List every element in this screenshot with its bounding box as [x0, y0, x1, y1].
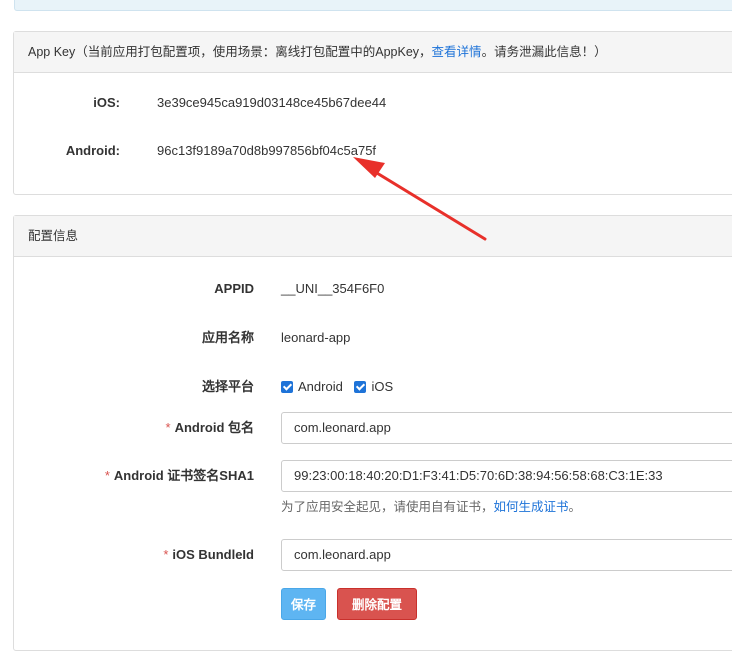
config-panel-heading: 配置信息 — [14, 216, 732, 257]
view-details-link[interactable]: 查看详情 — [432, 45, 482, 59]
appid-value: __UNI__354F6F0 — [281, 281, 385, 296]
platform-android-checkbox[interactable]: Android — [281, 379, 343, 394]
android-key-label: Android: — [65, 143, 120, 158]
ios-key-value: 3e39ce945ca919d03148ce45b67dee44 — [157, 95, 387, 110]
appkey-heading-text: App Key（当前应用打包配置项，使用场景：离线打包配置中的AppKey， — [28, 45, 432, 59]
appkey-panel: App Key（当前应用打包配置项，使用场景：离线打包配置中的AppKey，查看… — [13, 31, 732, 195]
help-suffix: 。 — [568, 500, 582, 514]
checkbox-checked-icon — [354, 381, 367, 393]
android-sha1-label: * Android 证书签名SHA1 — [14, 460, 254, 492]
platform-label: 选择平台 — [201, 379, 254, 394]
appid-label: APPID — [214, 281, 254, 296]
ios-key-label: iOS: — [93, 95, 120, 110]
platform-android-label: Android — [298, 379, 343, 394]
ios-bundle-input[interactable]: com.leonard.app — [281, 539, 732, 571]
android-sha1-label-text: Android 证书签名SHA1 — [113, 468, 254, 483]
appkey-panel-heading: App Key（当前应用打包配置项，使用场景：离线打包配置中的AppKey，查看… — [14, 32, 732, 73]
ios-bundle-label-text: iOS BundleId — [172, 547, 254, 562]
checkbox-checked-icon — [281, 381, 293, 393]
android-package-row: * Android 包名 com.leonard.app — [14, 412, 732, 444]
required-mark: * — [163, 547, 169, 562]
how-to-generate-cert-link[interactable]: 如何生成证书 — [494, 500, 569, 514]
config-panel: 配置信息 APPID __UNI__354F6F0 应用名称 leonard-a… — [13, 215, 732, 651]
platform-options: Android iOS — [281, 377, 393, 397]
android-package-label-text: Android 包名 — [174, 420, 254, 435]
ios-bundle-label: * iOS BundleId — [14, 539, 254, 571]
android-sha1-row: * Android 证书签名SHA1 99:23:00:18:40:20:D1:F… — [14, 460, 732, 492]
appkey-heading-suffix: 。请务泄漏此信息！） — [481, 45, 607, 59]
required-mark: * — [165, 420, 171, 435]
android-package-label: * Android 包名 — [14, 412, 255, 444]
certificate-help-text: 为了应用安全起见，请使用自有证书，如何生成证书。 — [281, 498, 581, 516]
info-banner — [14, 0, 732, 11]
ios-bundle-row: * iOS BundleId com.leonard.app — [14, 539, 732, 571]
platform-ios-label: iOS — [371, 379, 394, 394]
help-prefix: 为了应用安全起见，请使用自有证书， — [281, 500, 494, 514]
delete-config-button[interactable]: 删除配置 — [337, 588, 417, 620]
platform-row: 选择平台 Android iOS — [14, 377, 732, 397]
android-key-value: 96c13f9189a70d8b997856bf04c5a75f — [157, 143, 377, 158]
appname-row: 应用名称 leonard-app — [14, 328, 732, 348]
save-button[interactable]: 保存 — [281, 588, 326, 620]
android-package-input[interactable]: com.leonard.app — [281, 412, 732, 444]
android-sha1-input[interactable]: 99:23:00:18:40:20:D1:F3:41:D5:70:6D:38:9… — [281, 460, 732, 492]
appname-label: 应用名称 — [201, 330, 254, 345]
appid-row: APPID __UNI__354F6F0 — [14, 279, 732, 299]
appname-value: leonard-app — [281, 330, 351, 345]
platform-ios-checkbox[interactable]: iOS — [354, 379, 393, 394]
required-mark: * — [104, 468, 110, 483]
